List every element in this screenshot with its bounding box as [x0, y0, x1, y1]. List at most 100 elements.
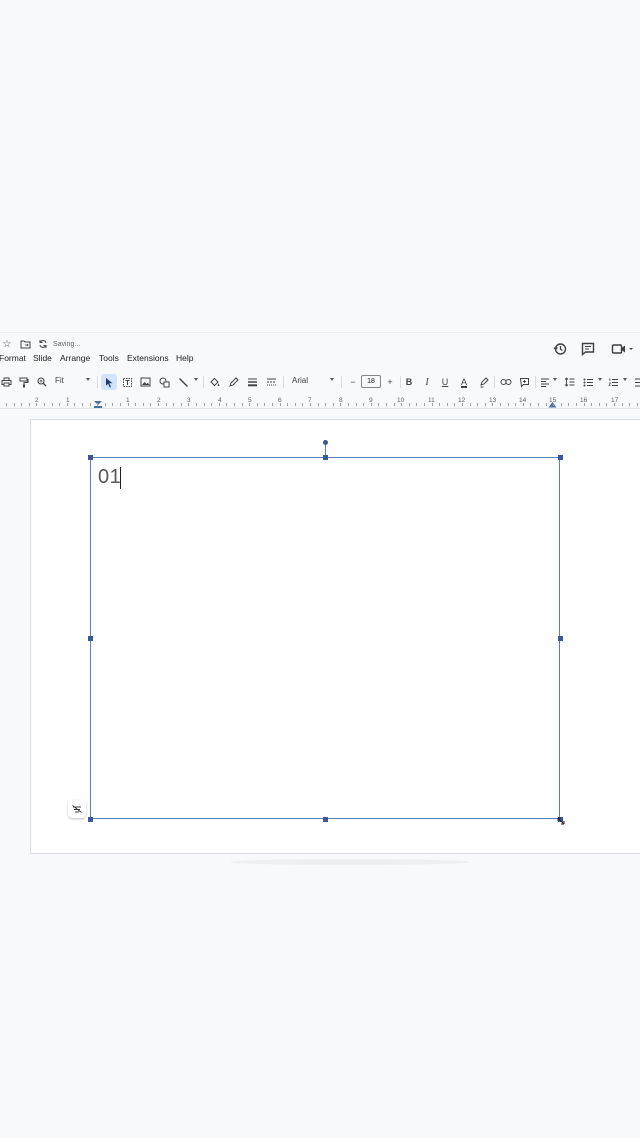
resize-handle-top-left[interactable] — [88, 455, 93, 460]
ruler-tick — [287, 403, 289, 406]
paint-format-icon[interactable] — [16, 374, 32, 390]
horizontal-ruler: 2 1 1 2 3 4 5 6 7 8 9 10 11 12 13 14 15 … — [0, 395, 640, 409]
toolbar-divider — [203, 376, 204, 388]
ruler-tick — [469, 403, 471, 406]
ruler-tick — [401, 403, 403, 406]
zoom-dropdown-caret-icon[interactable] — [86, 378, 90, 381]
shape-tool-icon[interactable] — [156, 374, 172, 390]
zoom-icon[interactable] — [34, 374, 50, 390]
slide-text[interactable]: 01 — [98, 466, 121, 489]
menu-format[interactable]: Format — [0, 353, 26, 363]
text-cursor — [120, 467, 121, 489]
line-spacing-icon[interactable] — [561, 374, 577, 390]
resize-handle-top[interactable] — [322, 455, 328, 460]
underline-button[interactable]: U — [437, 374, 453, 390]
ruler-tick — [294, 403, 296, 406]
font-dropdown-caret-icon[interactable] — [330, 378, 334, 381]
increase-font-size-button[interactable]: + — [382, 374, 398, 390]
numbered-dropdown-caret-icon[interactable] — [623, 378, 627, 381]
text-box[interactable] — [90, 457, 560, 819]
ruler-tick — [606, 403, 608, 406]
resize-handle-top-right[interactable] — [557, 455, 563, 460]
resize-handle-right[interactable] — [557, 636, 563, 641]
ruler-tick — [13, 403, 15, 406]
ruler-tick — [165, 403, 167, 406]
highlight-color-icon[interactable] — [476, 374, 492, 390]
slide-shadow — [230, 859, 470, 865]
ruler-tick — [370, 403, 372, 406]
ruler-tick — [416, 403, 418, 406]
ruler-tick — [477, 403, 479, 406]
move-to-folder-icon[interactable] — [19, 339, 31, 351]
add-comment-icon[interactable] — [516, 374, 532, 390]
select-tool-icon[interactable] — [101, 374, 117, 390]
ruler-tick — [234, 403, 235, 406]
border-weight-icon[interactable] — [244, 374, 260, 390]
title-row: ☆ Saving... — [0, 337, 640, 353]
menu-extensions[interactable]: Extensions — [127, 353, 169, 363]
text-box-tool-icon[interactable] — [119, 374, 135, 390]
ruler-tick — [621, 403, 623, 406]
decrease-font-size-button[interactable]: − — [345, 374, 361, 390]
menu-help[interactable]: Help — [176, 353, 193, 363]
ruler-tick — [522, 403, 524, 406]
font-family-select[interactable]: Arial — [292, 376, 308, 385]
star-icon[interactable]: ☆ — [1, 339, 13, 351]
numbered-list-icon[interactable] — [605, 374, 621, 390]
ruler-tick — [538, 403, 539, 406]
toolbar-divider — [283, 376, 284, 388]
zoom-select[interactable]: Fit — [55, 376, 64, 385]
ruler-tick — [112, 403, 114, 406]
line-tool-icon[interactable] — [175, 374, 191, 390]
autofit-icon — [72, 805, 82, 813]
menu-slide[interactable]: Slide — [33, 353, 52, 363]
bulleted-list-icon[interactable] — [580, 374, 596, 390]
line-dropdown-caret-icon[interactable] — [194, 378, 198, 381]
ruler-tick — [211, 403, 213, 406]
ruler-tick — [104, 403, 106, 406]
ruler-tick — [484, 403, 486, 406]
resize-handle-left[interactable] — [88, 636, 93, 641]
ruler-tick — [173, 403, 175, 406]
bold-button[interactable]: B — [401, 374, 417, 390]
toolbar-divider — [341, 376, 342, 388]
resize-handle-bottom[interactable] — [322, 817, 328, 822]
ruler-tick — [59, 403, 61, 406]
ruler-tick — [89, 403, 91, 406]
history-icon[interactable] — [552, 341, 568, 357]
autofit-options-button[interactable] — [68, 800, 86, 818]
border-dash-icon[interactable] — [263, 374, 279, 390]
more-icon[interactable] — [630, 374, 640, 390]
ruler-tick — [424, 403, 425, 406]
sync-icon — [37, 339, 49, 351]
border-color-icon[interactable] — [225, 374, 241, 390]
fill-color-icon[interactable] — [206, 374, 222, 390]
toolbar-divider — [97, 376, 98, 388]
ruler-tick — [348, 403, 349, 406]
resize-handle-bottom-left[interactable] — [88, 817, 93, 822]
italic-button[interactable]: I — [419, 374, 435, 390]
toolbar-divider — [494, 376, 495, 388]
align-icon[interactable] — [537, 374, 553, 390]
ruler-tick — [598, 403, 600, 406]
ruler-tick — [127, 403, 129, 406]
resize-cursor-icon — [557, 817, 565, 825]
rotation-handle[interactable] — [322, 440, 328, 445]
comment-icon[interactable] — [580, 341, 596, 357]
image-tool-icon[interactable] — [137, 374, 153, 390]
ruler-tick — [150, 403, 152, 406]
menu-tools[interactable]: Tools — [99, 353, 119, 363]
ruler-tick — [203, 403, 205, 406]
insert-link-icon[interactable] — [498, 374, 514, 390]
font-size-input[interactable]: 18 — [361, 375, 381, 388]
meet-icon[interactable] — [611, 341, 635, 357]
bullet-dropdown-caret-icon[interactable] — [598, 378, 602, 381]
menu-arrange[interactable]: Arrange — [60, 353, 90, 363]
print-icon[interactable] — [0, 374, 14, 390]
ruler-tick — [446, 403, 448, 406]
text-color-button[interactable]: A — [456, 374, 472, 390]
align-dropdown-caret-icon[interactable] — [553, 378, 557, 381]
ruler-tick — [310, 403, 311, 406]
blank-area — [0, 0, 640, 332]
ruler-tick — [583, 403, 585, 406]
